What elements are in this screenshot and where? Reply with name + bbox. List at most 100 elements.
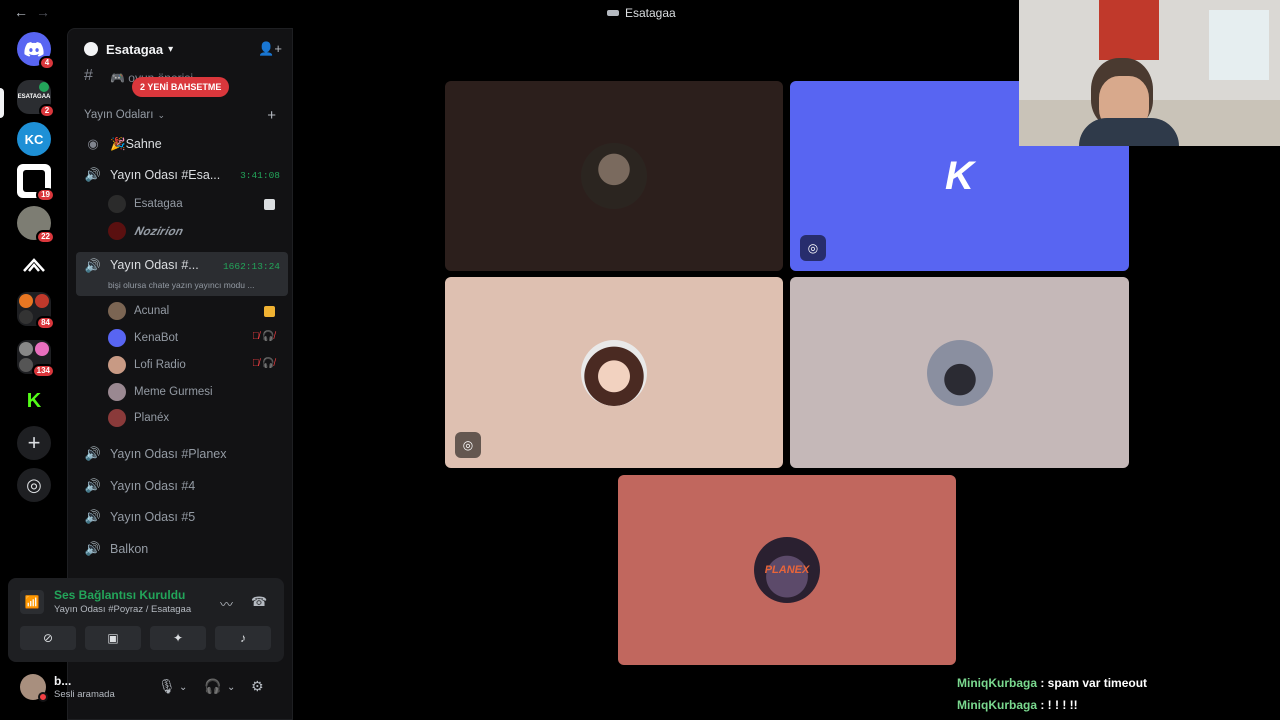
back-arrow-icon[interactable]: ← [14, 4, 28, 20]
folder-server-avatar [19, 358, 33, 372]
voice-member[interactable]: 𝑵𝒐𝒛𝒊𝒓𝒊𝒐𝒏 [108, 219, 182, 243]
status-indicator [38, 692, 48, 702]
server-peak[interactable] [17, 248, 51, 282]
headphones-icon[interactable]: 🎧 [204, 678, 221, 695]
avatar [926, 339, 993, 406]
channel-label: 🎉Sahne [110, 136, 162, 151]
window-title-text: Esatagaa [625, 6, 676, 20]
server-guide-icon [84, 42, 98, 56]
voice-location[interactable]: Yayın Odası #Poyraz / Esatagaa [54, 604, 191, 615]
voice-member[interactable]: Acunal [108, 299, 169, 323]
create-channel-icon[interactable]: + [267, 107, 276, 124]
server-kick[interactable]: K [17, 384, 51, 418]
channel-sahne[interactable]: ◉ 🎉Sahne [76, 129, 288, 159]
server-header[interactable]: Esatagaa ▾ 👤+ [68, 29, 292, 69]
server-folder-1[interactable]: 84 [17, 292, 55, 330]
explore-servers-button[interactable]: ◎ [17, 468, 51, 502]
voice-member[interactable]: Lofi Radio [108, 353, 186, 377]
chat-username: MiniqKurbaga [957, 676, 1037, 690]
avatar [108, 356, 126, 374]
channel-poyraz-room[interactable]: 🔊 Yayın Odası #... 1662:13:24 bişi olurs… [76, 252, 288, 296]
server-kenabot[interactable]: 19 [17, 164, 55, 202]
voice-member[interactable]: KenaBot [108, 326, 178, 350]
new-mentions-pill[interactable]: 2 YENİ BAHSETME [132, 77, 230, 97]
participant-tile-planex[interactable]: PLANEX [618, 475, 956, 665]
channel-balkon[interactable]: 🔊 Balkon [76, 534, 288, 564]
camera-off-icon: ⊘ [42, 631, 54, 645]
kick-logo-icon: K [26, 389, 42, 412]
soundboard-button[interactable]: ♪ [215, 626, 271, 650]
server-mini-icon [607, 10, 619, 16]
chevron-down-icon[interactable]: ⌄ [227, 682, 235, 693]
server-kc[interactable]: KC [17, 122, 51, 156]
server-folder-2[interactable]: 134 [17, 340, 55, 378]
avatar [108, 195, 126, 213]
channel-status: bişi olursa chate yazın yayıncı modu ... [108, 280, 255, 290]
notification-badge: 4 [39, 56, 55, 70]
participant-tile-lofi[interactable]: ◎ [445, 277, 783, 468]
member-name: KenaBot [134, 332, 179, 344]
activities-icon: ✦ [172, 631, 184, 645]
screen-share-icon: ▣ [107, 631, 119, 645]
camera-toggle-button[interactable]: ⊘ [20, 626, 76, 650]
voice-member[interactable]: Planéx [108, 406, 169, 430]
chevron-down-icon[interactable]: ⌄ [179, 682, 187, 693]
server-anime[interactable]: 22 [17, 206, 55, 244]
voice-status[interactable]: Ses Bağlantısı Kuruldu [54, 588, 185, 602]
signal-icon[interactable]: 📶 [20, 590, 44, 614]
user-panel: b... Sesli aramada 🎙 ⌄ 🎧 ⌄ ⚙ [8, 664, 284, 712]
muted-deafened-icon: 🎙̸ 🎧̸ [252, 358, 275, 369]
forward-arrow-icon[interactable]: → [36, 4, 50, 20]
avatar [108, 302, 126, 320]
notification-badge: 134 [31, 364, 55, 378]
server-esatagaa[interactable]: ESATAGAA 2 [17, 80, 55, 118]
channel-room-4[interactable]: 🔊 Yayın Odası #4 [76, 471, 288, 501]
channel-timer: 1662:13:24 [222, 261, 280, 272]
settings-gear-icon[interactable]: ⚙ [251, 678, 264, 695]
server-kc-label: KC [24, 131, 44, 147]
voice-member[interactable]: Meme Gurmesi [108, 380, 213, 404]
channel-label: Yayın Odası #Planex [110, 447, 227, 461]
channel-timer: 3:41:08 [240, 169, 280, 181]
voice-member[interactable]: Esatagaa [108, 192, 183, 216]
avatar [108, 329, 126, 347]
member-name: Planéx [134, 412, 170, 424]
participant-tile-meme[interactable] [790, 277, 1129, 468]
voice-icon: 🔊 [84, 509, 102, 524]
server-name: Esatagaa [106, 41, 164, 57]
selected-server-indicator [0, 88, 4, 118]
channel-esatagaa-room[interactable]: 🔊 Yayın Odası #Esa... 3:41:08 [76, 160, 288, 190]
streamer-body-image [1079, 118, 1179, 146]
activity-icon [264, 306, 275, 317]
screen-share-button[interactable]: ▣ [85, 626, 141, 650]
member-name: Acunal [134, 305, 170, 317]
channel-label: Yayın Odası #... [110, 258, 199, 272]
kenabot-logo-icon: K [945, 153, 974, 198]
participant-tile-acunal[interactable] [445, 81, 783, 271]
chevron-down-icon: ▾ [168, 43, 174, 55]
wall-poster-image [1209, 10, 1269, 80]
channel-room-5[interactable]: 🔊 Yayın Odası #5 [76, 502, 288, 532]
channel-label: Yayın Odası #5 [110, 510, 196, 524]
activities-button[interactable]: ✦ [150, 626, 206, 650]
member-name: Meme Gurmesi [134, 386, 213, 398]
channel-label: Yayın Odası #4 [110, 479, 196, 493]
user-name[interactable]: b... [54, 674, 71, 688]
chat-text: : spam var timeout [1040, 676, 1148, 690]
invite-people-icon[interactable]: 👤+ [258, 41, 282, 57]
noise-suppression-icon[interactable]: 〰 [220, 594, 233, 613]
chat-message: MiniqKurbaga : ! ! ! !! [957, 698, 1277, 720]
disconnect-icon[interactable]: ☎ [251, 594, 267, 610]
member-name: Lofi Radio [134, 359, 186, 371]
add-server-button[interactable]: + [17, 426, 51, 460]
voice-connection-panel: 📶 Ses Bağlantısı Kuruldu Yayın Odası #Po… [8, 578, 284, 662]
channel-planex-room[interactable]: 🔊 Yayın Odası #Planex [76, 439, 288, 469]
notification-badge: 84 [36, 316, 55, 330]
avatar [581, 339, 647, 406]
voice-icon: 🔊 [84, 541, 102, 556]
category-header[interactable]: Yayın Odaları ⌄ [84, 109, 165, 121]
hash-icon: # [84, 67, 93, 84]
discord-home-button[interactable]: 4 [17, 32, 55, 70]
microphone-icon[interactable]: 🎙 [158, 678, 176, 695]
discord-logo-icon [24, 41, 44, 57]
